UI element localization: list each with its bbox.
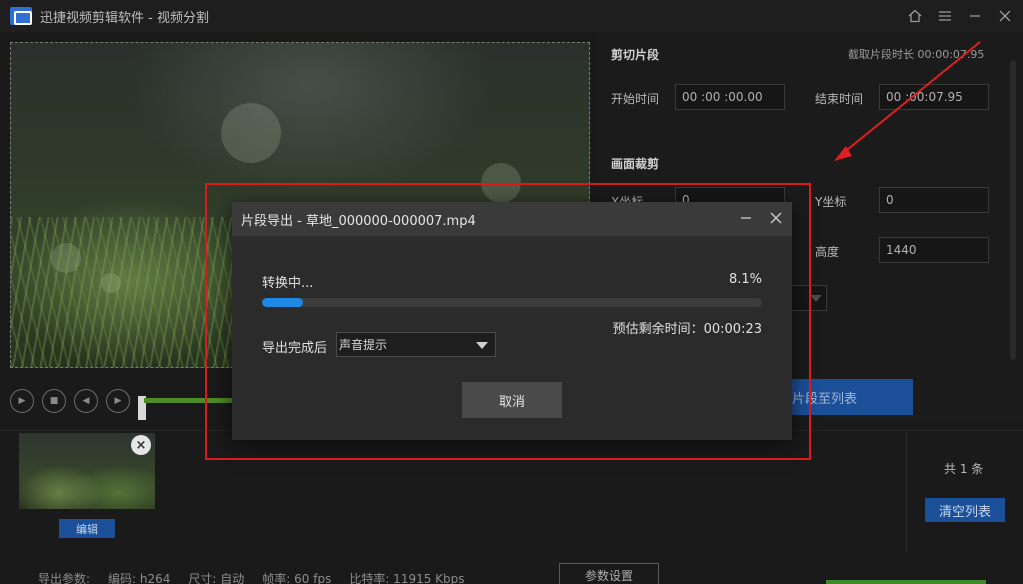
edit-clip-button[interactable]: 编辑 <box>59 519 115 538</box>
right-panel-scrollbar[interactable] <box>1010 60 1016 360</box>
end-time-label: 结束时间 <box>815 92 864 106</box>
cut-section-title: 剪切片段 <box>611 48 660 62</box>
play-icon[interactable]: ▶ <box>10 389 34 413</box>
next-frame-icon[interactable]: ▶ <box>106 389 130 413</box>
export-params: 导出参数: 编码: h264 尺寸: 自动 帧率: 60 fps 比特率: 11… <box>38 570 465 584</box>
divider <box>906 432 907 552</box>
export-button-edge[interactable] <box>826 580 986 584</box>
clear-list-button[interactable]: 清空列表 <box>925 498 1005 522</box>
prev-frame-icon[interactable]: ◀ <box>74 389 98 413</box>
window-controls <box>907 0 1013 32</box>
height-input[interactable]: 1440 <box>879 237 989 263</box>
codec-value: 编码: h264 <box>108 572 171 584</box>
minimize-icon[interactable] <box>967 8 983 24</box>
param-settings-button[interactable]: 参数设置 <box>559 563 659 584</box>
close-icon[interactable] <box>997 8 1013 24</box>
size-value: 尺寸: 自动 <box>188 572 245 584</box>
home-icon[interactable] <box>907 8 923 24</box>
annotation-highlight-box <box>205 183 811 460</box>
bokeh-light <box>221 103 281 163</box>
start-time-label: 开始时间 <box>611 92 660 106</box>
window-title: 迅捷视频剪辑软件 - 视频分割 <box>40 10 209 26</box>
start-time-input[interactable]: 00 :00 :00.00 <box>675 84 785 110</box>
clip-duration: 截取片段时长 00:00:07.95 <box>848 48 985 61</box>
fps-value: 帧率: 60 fps <box>262 572 332 584</box>
end-time-input[interactable]: 00 :00:07.95 <box>879 84 989 110</box>
y-coord-label: Y坐标 <box>815 195 847 209</box>
playback-controls: ▶ ■ ◀ ▶ <box>10 389 130 413</box>
clip-count: 共 1 条 <box>944 462 984 476</box>
close-icon[interactable]: × <box>131 435 151 455</box>
crop-section-title: 画面裁剪 <box>611 157 660 171</box>
y-coord-input[interactable]: 0 <box>879 187 989 213</box>
stop-icon[interactable]: ■ <box>42 389 66 413</box>
title-bar: 迅捷视频剪辑软件 - 视频分割 <box>0 0 1023 32</box>
app-logo-icon <box>10 7 32 25</box>
bitrate-value: 比特率: 11915 Kbps <box>349 572 465 584</box>
menu-icon[interactable] <box>937 8 953 24</box>
height-label: 高度 <box>815 245 840 259</box>
export-params-label: 导出参数: <box>38 572 91 584</box>
chevron-down-icon <box>810 295 822 302</box>
